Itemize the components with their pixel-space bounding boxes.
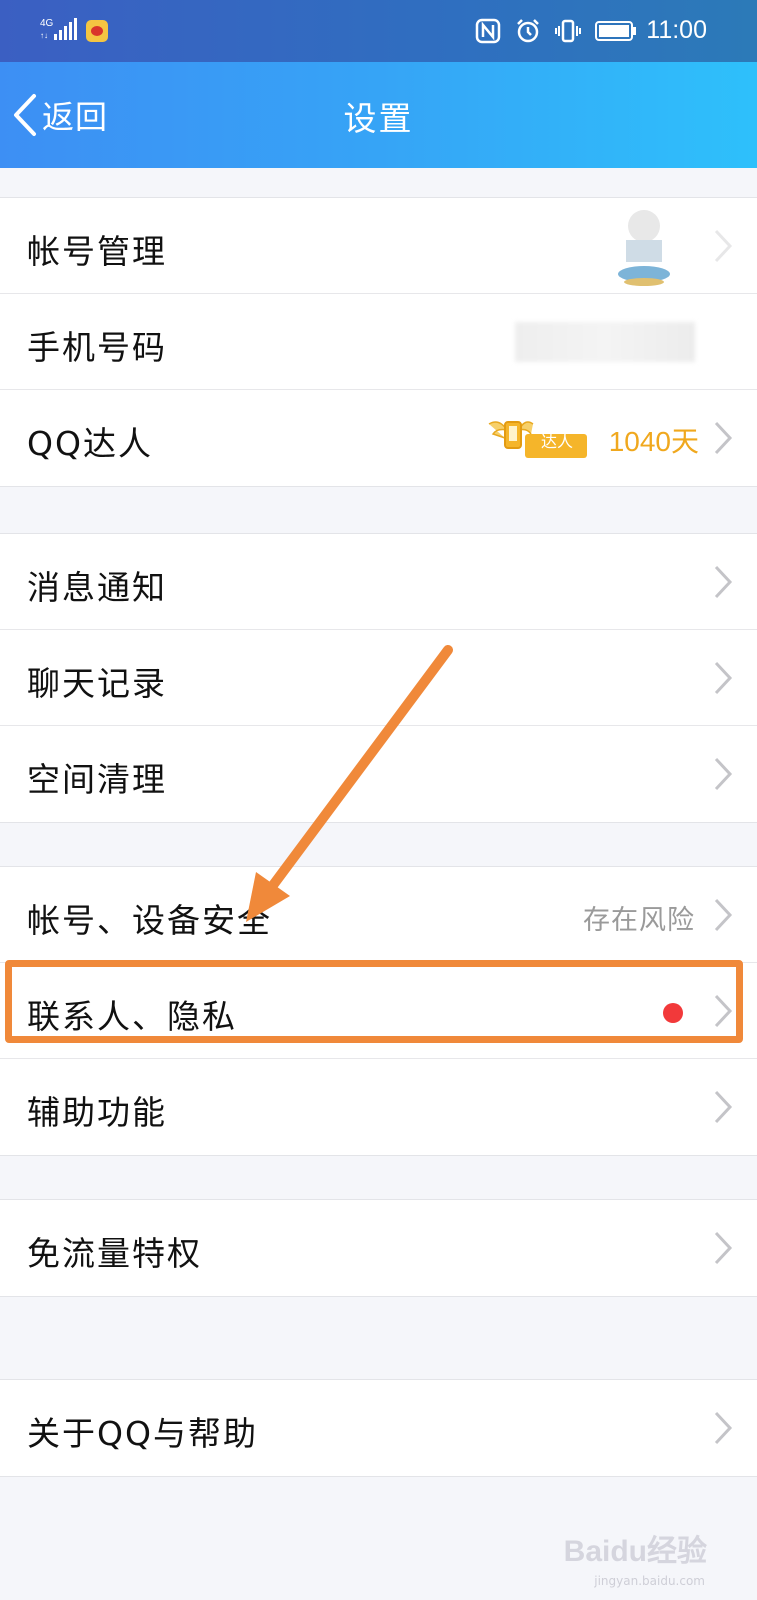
row-storage-cleanup[interactable]: 空间清理 xyxy=(0,726,757,822)
battery-icon xyxy=(595,21,636,41)
settings-group-data-privilege: 免流量特权 xyxy=(0,1199,757,1297)
row-label: 关于QQ与帮助 xyxy=(27,1414,258,1453)
avatar xyxy=(618,210,670,286)
row-about-qq-help[interactable]: 关于QQ与帮助 xyxy=(0,1380,757,1476)
row-label: 联系人、隐私 xyxy=(27,997,237,1036)
nfc-icon xyxy=(475,18,501,44)
chevron-right-icon xyxy=(714,229,733,263)
status-time: 11:00 xyxy=(646,16,707,44)
settings-group-about: 关于QQ与帮助 xyxy=(0,1379,757,1477)
chevron-right-icon xyxy=(714,1090,733,1124)
chevron-right-icon xyxy=(714,898,733,932)
row-label: 免流量特权 xyxy=(27,1234,202,1273)
row-label: QQ达人 xyxy=(27,424,153,463)
daren-days: 1040天 xyxy=(608,426,699,457)
red-dot-badge xyxy=(663,1003,683,1023)
vibrate-icon xyxy=(555,19,581,43)
nav-bar: 返回 设置 xyxy=(0,62,757,168)
row-account-device-security[interactable]: 帐号、设备安全 存在风险 xyxy=(0,867,757,963)
row-label: 手机号码 xyxy=(27,328,167,367)
chevron-right-icon xyxy=(714,565,733,599)
chevron-right-icon xyxy=(714,994,733,1028)
row-contacts-privacy[interactable]: 联系人、隐私 xyxy=(0,963,757,1059)
row-label: 帐号管理 xyxy=(27,232,167,271)
daren-wings-icon xyxy=(488,421,587,458)
row-free-data-privilege[interactable]: 免流量特权 xyxy=(0,1200,757,1296)
svg-text:↑↓: ↑↓ xyxy=(40,31,48,40)
row-label: 辅助功能 xyxy=(27,1093,167,1132)
watermark-brand: Baidu经验 xyxy=(563,1535,707,1568)
row-phone-number[interactable]: 手机号码 xyxy=(0,294,757,390)
row-label: 消息通知 xyxy=(27,568,167,607)
row-account-management[interactable]: 帐号管理 xyxy=(0,198,757,294)
settings-group-security: 帐号、设备安全 存在风险 联系人、隐私 辅助功能 xyxy=(0,866,757,1156)
daren-badge: 达人 xyxy=(487,414,592,462)
phone-number-masked xyxy=(515,322,695,362)
daren-badge-text: 达人 xyxy=(541,432,574,451)
chevron-right-icon xyxy=(714,661,733,695)
row-label: 聊天记录 xyxy=(27,664,167,703)
row-accessibility[interactable]: 辅助功能 xyxy=(0,1059,757,1155)
settings-group-messages: 消息通知 聊天记录 空间清理 xyxy=(0,533,757,823)
chevron-right-icon xyxy=(714,421,733,455)
risk-status-text: 存在风险 xyxy=(583,905,695,936)
signal-icon: 4G ↑↓ xyxy=(40,18,77,40)
settings-group-account: 帐号管理 手机号码 QQ达人 达人 1040天 xyxy=(0,197,757,487)
row-chat-history[interactable]: 聊天记录 xyxy=(0,630,757,726)
page-title: 设置 xyxy=(343,99,414,138)
chevron-right-icon xyxy=(714,1231,733,1265)
status-bar: 4G ↑↓ 11:00 xyxy=(0,0,757,62)
alarm-icon xyxy=(517,19,539,43)
row-label: 帐号、设备安全 xyxy=(27,901,272,940)
row-qq-daren[interactable]: QQ达人 达人 1040天 xyxy=(0,390,757,486)
weibo-icon xyxy=(86,20,108,42)
row-label: 空间清理 xyxy=(27,760,167,799)
chevron-right-icon xyxy=(714,1411,733,1445)
watermark-url: jingyan.baidu.com xyxy=(594,1574,705,1588)
svg-text:4G: 4G xyxy=(40,18,54,29)
row-message-notification[interactable]: 消息通知 xyxy=(0,534,757,630)
chevron-right-icon xyxy=(714,757,733,791)
